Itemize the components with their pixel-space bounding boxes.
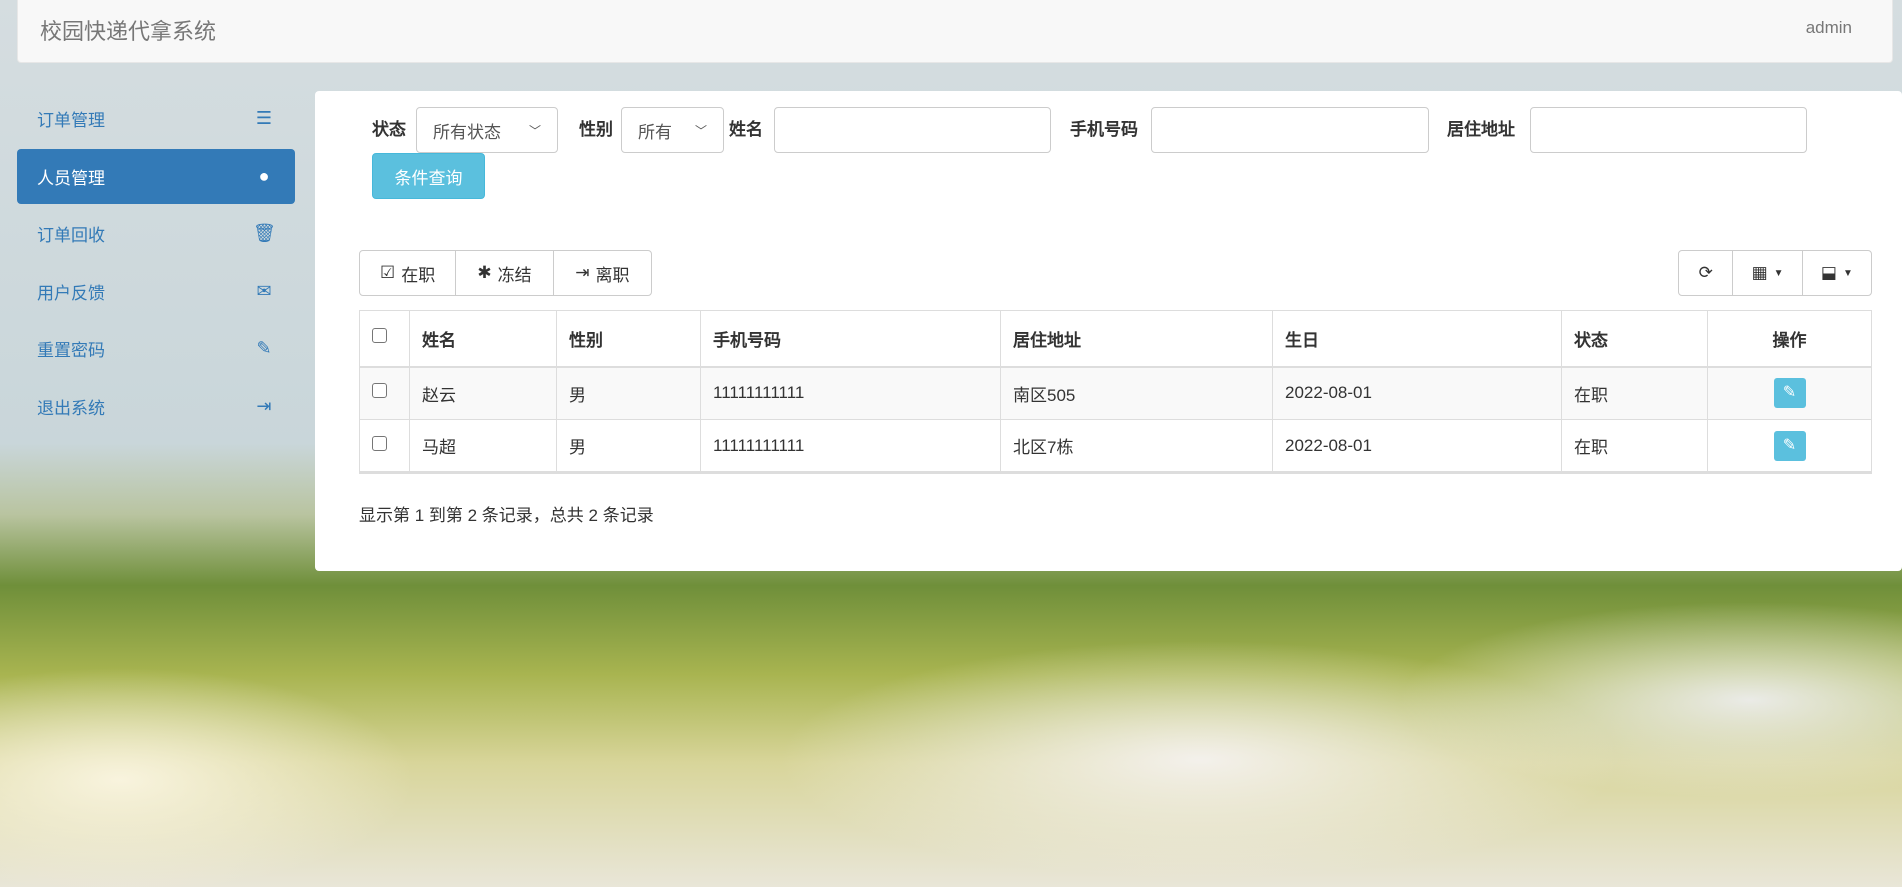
sidebar-item-label: 用户反馈 <box>37 283 105 303</box>
table-tools-group: ⟳ ▦ ▼ ⬓ ▼ <box>1678 250 1872 296</box>
sidebar-item-label: 订单回收 <box>37 226 105 245</box>
refresh-button[interactable]: ⟳ <box>1679 251 1734 295</box>
app-title[interactable]: 校园快递代拿系统 <box>40 14 216 46</box>
refresh-icon: ⟳ <box>1698 263 1713 282</box>
sidebar-item-label: 人员管理 <box>37 168 105 188</box>
caret-down-icon: ▼ <box>1773 267 1784 279</box>
sidebar-item-recycle[interactable]: 订单回收 🗑 <box>17 206 295 261</box>
user-menu[interactable]: admin <box>1806 18 1852 38</box>
table-row: 赵云 男 11111111111 南区505 2022-08-01 在职 ✎ <box>359 366 1872 420</box>
navbar: 校园快递代拿系统 admin <box>17 0 1893 63</box>
chevron-down-icon: ﹀ <box>528 123 541 138</box>
query-button[interactable]: 条件查询 <box>372 153 485 199</box>
edit-button[interactable]: ✎ <box>1773 430 1806 461</box>
name-label: 姓名 <box>729 120 763 139</box>
user-icon: ● <box>258 165 270 186</box>
gender-label: 性别 <box>579 120 613 139</box>
cell-gender: 男 <box>556 366 701 420</box>
check-square-icon: ☑ <box>380 263 396 282</box>
sidebar-item-staff[interactable]: 人员管理 ● <box>17 148 295 204</box>
row-checkbox[interactable] <box>359 419 410 473</box>
phone-input[interactable] <box>1151 107 1429 153</box>
sidebar-item-label: 重置密码 <box>37 341 105 360</box>
table-row: 马超 男 11111111111 北区7栋 2022-08-01 在职 ✎ <box>359 419 1872 473</box>
sidebar-item-orders[interactable]: 订单管理 ☰ <box>17 91 295 146</box>
gender-select-value: 所有 <box>638 122 672 142</box>
select-all-checkbox[interactable] <box>359 310 410 368</box>
cell-actions: ✎ <box>1707 366 1872 420</box>
address-label: 居住地址 <box>1447 120 1515 139</box>
cell-birthday: 2022-08-01 <box>1272 419 1562 473</box>
logout-icon: ⇥ <box>256 395 272 416</box>
column-header[interactable]: 姓名 <box>409 310 557 368</box>
button-label: 冻结 <box>497 265 532 285</box>
cell-actions: ✎ <box>1707 419 1872 473</box>
column-header: 操作 <box>1707 310 1872 368</box>
freeze-button[interactable]: ✱ 冻结 <box>456 251 554 295</box>
caret-down-icon: ▼ <box>1842 267 1853 279</box>
cell-status: 在职 <box>1561 366 1708 420</box>
sidebar-item-feedback[interactable]: 用户反馈 ✉ <box>17 264 295 319</box>
leave-button[interactable]: ⇥ 离职 <box>554 251 651 295</box>
export-icon: ⬓ <box>1820 263 1837 282</box>
edit-button[interactable]: ✎ <box>1773 378 1806 409</box>
status-select-value: 所有状态 <box>433 122 501 142</box>
pencil-icon: ✎ <box>256 338 272 358</box>
export-button[interactable]: ⬓ ▼ <box>1803 251 1871 295</box>
cell-name: 赵云 <box>409 366 557 420</box>
asterisk-icon: ✱ <box>477 263 492 282</box>
status-label: 状态 <box>372 120 406 139</box>
column-header[interactable]: 手机号码 <box>700 310 1001 368</box>
row-checkbox[interactable] <box>359 366 410 420</box>
sidebar-item-label: 订单管理 <box>37 111 105 130</box>
cell-birthday: 2022-08-01 <box>1272 366 1562 420</box>
cell-phone: 11111111111 <box>700 419 1001 473</box>
column-header[interactable]: 性别 <box>556 310 701 368</box>
address-input[interactable] <box>1530 107 1807 153</box>
status-select[interactable]: 所有状态 ﹀ <box>416 107 558 153</box>
status-action-group: ☑ 在职 ✱ 冻结 ⇥ 离职 <box>359 250 652 296</box>
table-header-row: 姓名 性别 手机号码 居住地址 生日 状态 操作 <box>359 310 1872 368</box>
columns-icon: ▦ <box>1751 263 1768 282</box>
sidebar-item-label: 退出系统 <box>37 398 105 418</box>
trash-icon: 🗑 <box>253 223 276 243</box>
phone-label: 手机号码 <box>1070 120 1138 139</box>
column-header[interactable]: 状态 <box>1561 310 1708 368</box>
cell-phone: 11111111111 <box>700 366 1001 420</box>
pencil-icon: ✎ <box>1782 436 1797 454</box>
set-active-button[interactable]: ☑ 在职 <box>360 251 457 295</box>
button-label: 离职 <box>595 265 630 285</box>
gender-select[interactable]: 所有 ﹀ <box>621 107 724 153</box>
sidebar-item-reset-password[interactable]: 重置密码 ✎ <box>17 321 295 376</box>
button-label: 在职 <box>401 265 436 285</box>
column-header[interactable]: 生日 <box>1272 310 1562 368</box>
pencil-icon: ✎ <box>1782 384 1797 402</box>
cell-gender: 男 <box>556 419 701 473</box>
name-input[interactable] <box>774 107 1051 153</box>
logout-icon: ⇥ <box>575 263 590 282</box>
cell-address: 南区505 <box>1000 366 1273 420</box>
chevron-down-icon: ﹀ <box>694 123 707 138</box>
cell-address: 北区7栋 <box>1000 419 1273 473</box>
column-header[interactable]: 居住地址 <box>1000 310 1273 368</box>
staff-table: 姓名 性别 手机号码 居住地址 生日 状态 操作 赵云 男 1111111111… <box>359 310 1872 474</box>
envelope-icon: ✉ <box>256 280 272 301</box>
sidebar-item-logout[interactable]: 退出系统 ⇥ <box>17 379 295 434</box>
main-panel: 状态 所有状态 ﹀ 性别 所有 ﹀ 姓名 手机号码 居住地址 条件查询 ☑ 在职 ✱ 冻… <box>315 91 1902 571</box>
server-icon: ☰ <box>255 108 273 128</box>
columns-button[interactable]: ▦ ▼ <box>1733 251 1803 295</box>
sidebar: 订单管理 ☰ 人员管理 ● 订单回收 🗑 用户反馈 ✉ 重置密码 ✎ 退出系统 ⇥ <box>17 91 295 436</box>
cell-status: 在职 <box>1561 419 1708 473</box>
pagination-info: 显示第 1 到第 2 条记录，总共 2 条记录 <box>359 506 654 525</box>
cell-name: 马超 <box>409 419 557 473</box>
